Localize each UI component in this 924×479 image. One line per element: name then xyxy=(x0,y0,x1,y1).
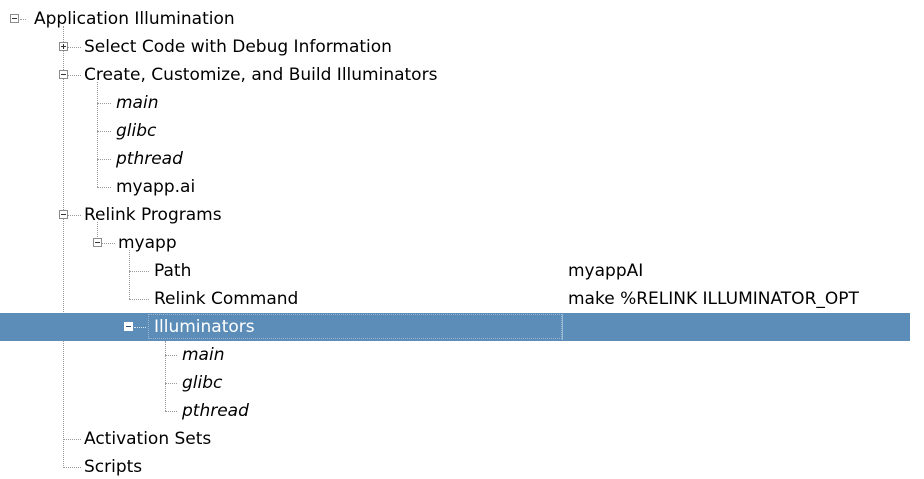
tree-node-label: main xyxy=(182,345,225,365)
collapse-toggle-icon[interactable] xyxy=(59,210,68,219)
tree-connector xyxy=(20,19,26,20)
tree-node-create-illuminators[interactable]: Create, Customize, and Build Illuminator… xyxy=(0,61,910,89)
tree-node-create-myapp-ai[interactable]: myapp.ai xyxy=(0,173,910,201)
expand-toggle-icon[interactable] xyxy=(59,42,68,51)
collapse-toggle-icon[interactable] xyxy=(93,238,102,247)
tree-node-label: pthread xyxy=(182,401,249,421)
tree-node-path[interactable]: Path myappAI xyxy=(0,257,910,285)
tree-node-activation-sets[interactable]: Activation Sets xyxy=(0,425,910,453)
tree-node-label: Relink Programs xyxy=(84,205,222,225)
tree-node-label: myapp.ai xyxy=(116,177,196,197)
tree-node-illuminators-glibc[interactable]: glibc xyxy=(0,369,910,397)
tree-node-label: Illuminators xyxy=(154,317,255,337)
tree-node-relink-programs[interactable]: Relink Programs xyxy=(0,201,910,229)
tree-node-relink-command[interactable]: Relink Command make %RELINK ILLUMINATOR_… xyxy=(0,285,910,313)
tree-node-label: Select Code with Debug Information xyxy=(84,37,392,57)
tree-node-label: Create, Customize, and Build Illuminator… xyxy=(84,65,438,85)
collapse-toggle-icon[interactable] xyxy=(10,14,19,23)
tree-node-illuminators-main[interactable]: main xyxy=(0,341,910,369)
tree-connector xyxy=(134,327,146,328)
collapse-toggle-icon[interactable] xyxy=(124,322,133,331)
collapse-toggle-icon[interactable] xyxy=(59,70,68,79)
relink-command-value[interactable]: make %RELINK ILLUMINATOR_OPT xyxy=(568,285,910,313)
tree-node-myapp[interactable]: myapp xyxy=(0,229,910,257)
tree-node-label: pthread xyxy=(116,149,183,169)
tree-node-label: glibc xyxy=(116,121,157,141)
tree-node-label: Application Illumination xyxy=(34,9,235,29)
tree-node-create-glibc[interactable]: glibc xyxy=(0,117,910,145)
tree-node-label: main xyxy=(116,93,159,113)
tree-node-select-code[interactable]: Select Code with Debug Information xyxy=(0,33,910,61)
tree-node-application-illumination[interactable]: Application Illumination xyxy=(0,5,910,33)
tree-node-create-pthread[interactable]: pthread xyxy=(0,145,910,173)
tree-node-label: Scripts xyxy=(84,457,143,477)
tree-node-label: glibc xyxy=(182,373,223,393)
tree-node-label: Relink Command xyxy=(154,289,299,309)
tree-node-label: Activation Sets xyxy=(84,429,212,449)
column-divider xyxy=(562,314,563,340)
tree-node-scripts[interactable]: Scripts xyxy=(0,453,910,479)
tree-node-illuminators[interactable]: Illuminators xyxy=(0,313,910,341)
application-illumination-tree: Application Illumination Select Code wit… xyxy=(0,0,910,479)
tree-node-label: myapp xyxy=(118,233,177,253)
path-value[interactable]: myappAI xyxy=(568,257,910,285)
tree-node-illuminators-pthread[interactable]: pthread xyxy=(0,397,910,425)
tree-node-create-main[interactable]: main xyxy=(0,89,910,117)
tree-node-label: Path xyxy=(154,261,192,281)
